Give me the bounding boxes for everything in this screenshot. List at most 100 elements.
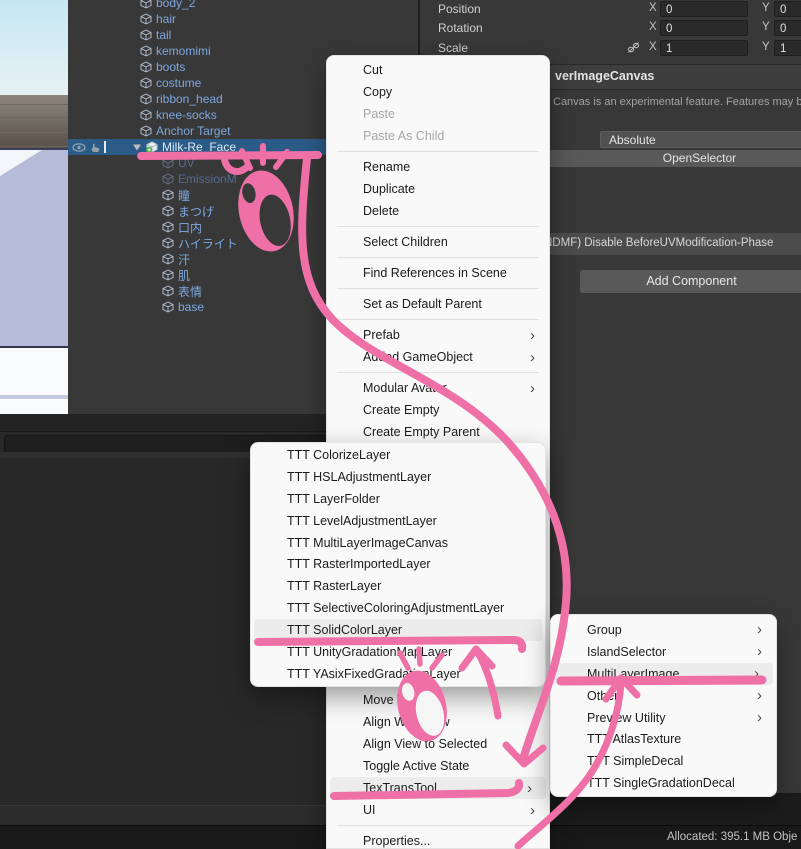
- menu-item-move-to-view[interactable]: Move To View: [327, 689, 549, 711]
- cube-icon: [140, 0, 152, 9]
- menu-item-copy[interactable]: Copy: [327, 81, 549, 103]
- menu-item-islandselector[interactable]: IslandSelector›: [551, 641, 776, 663]
- rotation-y-field[interactable]: 0: [774, 20, 801, 36]
- menu-item-prefab[interactable]: Prefab›: [327, 324, 549, 346]
- menu-separator: [337, 372, 539, 373]
- menu-item-ttt-layerfolder[interactable]: TTT LayerFolder: [251, 488, 545, 510]
- menu-item-toggle-active-state[interactable]: Toggle Active State: [327, 755, 549, 777]
- menu-item-ttt-atlastexture[interactable]: TTT AtlasTexture: [551, 728, 776, 750]
- menu-item-added-gameobject[interactable]: Added GameObject›: [327, 346, 549, 368]
- scene-grid-line: [0, 117, 68, 118]
- menu-separator: [337, 226, 539, 227]
- hierarchy-item-label: base: [178, 300, 204, 314]
- scene-model-white-face: [0, 346, 68, 414]
- menu-item-multilayerimage[interactable]: MultiLayerImage›: [554, 663, 773, 685]
- menu-item-create-empty[interactable]: Create Empty: [327, 399, 549, 421]
- cube-icon: [140, 45, 152, 57]
- menu-item-ttt-unitygradationmaplayer[interactable]: TTT UnityGradationMapLayer: [251, 641, 545, 663]
- menu-item-ttt-multilayerimagecanvas[interactable]: TTT MultiLayerImageCanvas: [251, 532, 545, 554]
- submenu-chevron-icon: ›: [757, 688, 770, 703]
- menu-item-cut[interactable]: Cut: [327, 59, 549, 81]
- rotation-y-label: Y: [762, 21, 770, 33]
- submenu-chevron-icon: ›: [530, 381, 543, 396]
- absolute-dropdown[interactable]: Absolute: [600, 131, 801, 148]
- cube-icon: [162, 269, 174, 281]
- cube-icon: [140, 109, 152, 121]
- rotation-x-field[interactable]: 0: [660, 20, 748, 36]
- menu-item-ttt-simpledecal[interactable]: TTT SimpleDecal: [551, 750, 776, 772]
- menu-separator: [337, 319, 539, 320]
- cube-icon: [162, 301, 174, 313]
- menu-item-other[interactable]: Other›: [551, 685, 776, 707]
- menu-item-ttt-yasixfixedgradationlayer[interactable]: TTT YAsixFixedGradationLayer: [251, 663, 545, 685]
- menu-item-group[interactable]: Group›: [551, 619, 776, 641]
- menu-item-ttt-rasterimportedlayer[interactable]: TTT RasterImportedLayer: [251, 553, 545, 575]
- hierarchy-item-body-2[interactable]: body_2: [68, 0, 418, 11]
- submenu-chevron-icon: ›: [530, 350, 543, 365]
- hierarchy-item-label: costume: [156, 76, 201, 90]
- menu-item-properties[interactable]: Properties...: [327, 830, 549, 849]
- menu-item-paste-as-child: Paste As Child: [327, 125, 549, 147]
- scale-x-field[interactable]: 1: [660, 40, 748, 56]
- submenu-chevron-icon: ›: [530, 328, 543, 343]
- submenu-chevron-icon: ›: [530, 803, 543, 818]
- scale-label: Scale: [438, 41, 468, 55]
- menu-item-duplicate[interactable]: Duplicate: [327, 178, 549, 200]
- scene-model-streak: [0, 395, 68, 399]
- menu-item-ttt-singlegradationdecal[interactable]: TTT SingleGradationDecal: [551, 772, 776, 794]
- add-component-button[interactable]: Add Component: [580, 270, 801, 293]
- menu-item-align-view-to-selected[interactable]: Align View to Selected: [327, 733, 549, 755]
- menu-item-ttt-selectivecoloringadjustmentlayer[interactable]: TTT SelectiveColoringAdjustmentLayer: [251, 597, 545, 619]
- hierarchy-item-label: 瞳: [178, 187, 190, 204]
- visibility-eye-icon[interactable]: [72, 141, 86, 154]
- scene-sky: [0, 0, 68, 95]
- hierarchy-item-label: knee-socks: [156, 108, 217, 122]
- position-y-field[interactable]: 0: [774, 1, 801, 17]
- cube-icon: [140, 13, 152, 25]
- hierarchy-item-label: まつげ: [178, 203, 214, 220]
- cube-icon: [162, 173, 174, 185]
- position-x-field[interactable]: 0: [660, 1, 748, 17]
- menu-item-ttt-colorizelayer[interactable]: TTT ColorizeLayer: [251, 444, 545, 466]
- memory-allocated-text: Allocated: 395.1 MB Obje: [667, 831, 797, 843]
- menu-item-ttt-leveladjustmentlayer[interactable]: TTT LevelAdjustmentLayer: [251, 510, 545, 532]
- menu-separator: [337, 288, 539, 289]
- scale-y-label: Y: [762, 41, 770, 53]
- unlinked-scale-icon[interactable]: [627, 41, 640, 54]
- menu-item-ttt-solidcolorlayer[interactable]: TTT SolidColorLayer: [254, 619, 542, 641]
- submenu-chevron-icon: ›: [757, 644, 770, 659]
- scale-y-field[interactable]: 1: [774, 40, 801, 56]
- menu-item-rename[interactable]: Rename: [327, 156, 549, 178]
- menu-item-delete[interactable]: Delete: [327, 200, 549, 222]
- pickability-hand-icon[interactable]: [89, 141, 101, 154]
- hierarchy-item-label: Anchor Target: [156, 124, 231, 138]
- rotation-label: Rotation: [438, 21, 483, 35]
- menu-item-set-as-default-parent[interactable]: Set as Default Parent: [327, 293, 549, 315]
- cube-icon: [162, 285, 174, 297]
- menu-item-ui[interactable]: UI›: [327, 799, 549, 821]
- menu-item-ttt-rasterlayer[interactable]: TTT RasterLayer: [251, 575, 545, 597]
- cube-icon: [140, 61, 152, 73]
- menu-separator: [337, 257, 539, 258]
- foldout-expanded-icon[interactable]: [132, 142, 142, 152]
- submenu-chevron-icon: ›: [527, 781, 540, 796]
- hierarchy-item-label: boots: [156, 60, 185, 74]
- scene-view[interactable]: [0, 0, 68, 414]
- cube-icon: [140, 125, 152, 137]
- hierarchy-item-hair[interactable]: hair: [68, 11, 418, 27]
- menu-item-ttt-hsladjustmentlayer[interactable]: TTT HSLAdjustmentLayer: [251, 466, 545, 488]
- experimental-notice: Canvas is an experimental feature. Featu…: [553, 96, 801, 108]
- menu-item-modular-avatar[interactable]: Modular Avatar›: [327, 377, 549, 399]
- menu-item-preview-utility[interactable]: Preview Utility›: [551, 707, 776, 729]
- menu-item-create-empty-parent[interactable]: Create Empty Parent: [327, 421, 549, 443]
- cube-icon: [162, 157, 174, 169]
- menu-item-find-references-in-scene[interactable]: Find References in Scene: [327, 262, 549, 284]
- menu-separator: [337, 825, 539, 826]
- hierarchy-item-label: hair: [156, 12, 176, 26]
- hierarchy-item-tail[interactable]: tail: [68, 27, 418, 43]
- menu-item-align-with-view[interactable]: Align With View: [327, 711, 549, 733]
- menu-item-select-children[interactable]: Select Children: [327, 231, 549, 253]
- cube-icon: [162, 205, 174, 217]
- cube-icon: [140, 77, 152, 89]
- menu-item-textranstool[interactable]: TexTransTool›: [330, 777, 546, 799]
